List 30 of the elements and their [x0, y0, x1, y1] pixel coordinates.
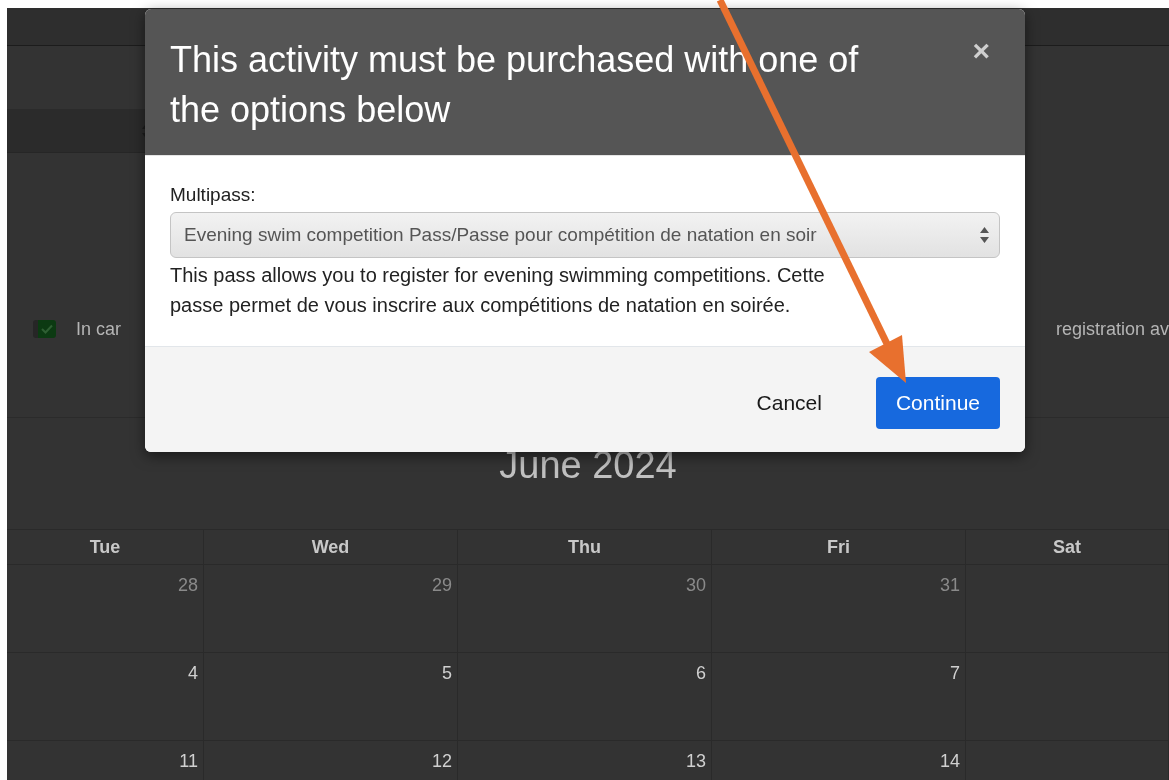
weekday-header: Thu	[458, 529, 712, 565]
weekday-header: Fri	[712, 529, 966, 565]
weekday-header: Wed	[204, 529, 458, 565]
up-down-caret-icon	[980, 227, 989, 243]
check-icon	[41, 324, 53, 334]
cancel-button[interactable]: Cancel	[736, 377, 842, 429]
day-number: 7	[950, 663, 960, 684]
close-button[interactable]: ×	[962, 35, 1000, 67]
day-number: 5	[442, 663, 452, 684]
day-number: 28	[177, 575, 198, 596]
dialog-title: This activity must be purchased with one of the options below	[170, 38, 860, 132]
checkbox-label: In car	[76, 318, 122, 340]
checkbox[interactable]	[33, 320, 56, 338]
calendar-title: June 2024	[498, 444, 678, 488]
day-number: 12	[431, 751, 452, 772]
pass-description: This pass allows you to register for evening swimming competitions. Cette passe permet de vous inscrire aux compétitions de natation en soirée.	[170, 263, 826, 318]
day-number: 30	[685, 575, 706, 596]
day-number: 4	[188, 663, 198, 684]
day-number: 14	[939, 751, 960, 772]
checkbox-label: registration av	[1055, 318, 1169, 340]
weekday-header: Tue	[7, 529, 204, 565]
day-number: 29	[431, 575, 452, 596]
day-number: 13	[685, 751, 706, 772]
multipass-select[interactable]: Evening swim competition Pass/Passe pour compétition de natation en soir	[170, 212, 1000, 258]
field-label: Multipass:	[170, 184, 257, 206]
continue-button[interactable]: Continue	[875, 377, 1000, 429]
weekday-header: Sat	[966, 529, 1169, 565]
day-number: 6	[696, 663, 706, 684]
day-number: 11	[179, 751, 198, 772]
day-number: 31	[939, 575, 960, 596]
